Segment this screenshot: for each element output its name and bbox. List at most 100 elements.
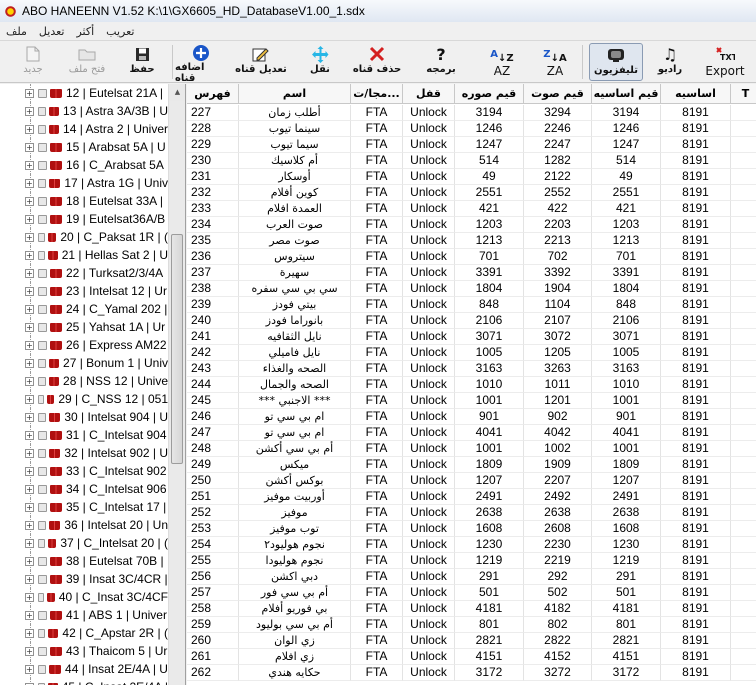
tree-item[interactable]: +29 | C_NSS 12 | 051 [0,390,168,408]
new-button[interactable]: جديد [14,43,52,81]
header-scramble[interactable]: مجا/ت... [351,84,403,104]
tree-item[interactable]: +21 | Hellas Sat 2 | U [0,246,168,264]
tree-item[interactable]: +45 | C_Insat 2E/4A | [0,678,168,685]
header-video-pid[interactable]: قيم صوره [455,84,524,104]
table-row[interactable]: 254 نجوم هوليود٢ FTA Unlock 1230 2230 1230 8191 [187,537,756,553]
expand-plus-icon[interactable]: + [25,592,34,602]
tree-scrollbar[interactable]: ▲ [168,84,185,685]
sort-az-button[interactable]: A ↓Z AZ [484,43,520,81]
tree-item[interactable]: +22 | Turksat2/3/4A [0,264,168,282]
tree-item[interactable]: +40 | C_Insat 3C/4CF [0,588,168,606]
expand-plus-icon[interactable]: + [25,268,34,278]
tree-item[interactable]: +39 | Insat 3C/4CR | [0,570,168,588]
table-row[interactable]: 233 العمدة افلام FTA Unlock 421 422 421 8191 [187,201,756,217]
expand-plus-icon[interactable]: + [25,160,34,170]
table-row[interactable]: 227 أطلب زمان FTA Unlock 3194 3294 3194 8191 [187,105,756,121]
tree-scroll-thumb[interactable] [171,234,183,464]
open-button[interactable]: فتح ملف [62,43,112,81]
tree-item[interactable]: +33 | C_Intelsat 902 [0,462,168,480]
expand-plus-icon[interactable]: + [25,502,34,512]
expand-plus-icon[interactable]: + [25,286,34,296]
tree-item[interactable]: +20 | C_Paksat 1R | ( [0,228,168,246]
expand-plus-icon[interactable]: + [25,646,34,656]
table-row[interactable]: 256 دبي اكشن FTA Unlock 291 292 291 8191 [187,569,756,585]
table-row[interactable]: 255 نجوم هوليودا FTA Unlock 1219 2219 1219 8191 [187,553,756,569]
tree-item[interactable]: +19 | Eutelsat36A/B [0,210,168,228]
tree-item[interactable]: +18 | Eutelsat 33A | [0,192,168,210]
header-audio-pid[interactable]: قيم صوت [524,84,592,104]
expand-plus-icon[interactable]: + [25,466,34,476]
expand-plus-icon[interactable]: + [25,376,34,386]
tree-item[interactable]: +36 | Intelsat 20 | Un [0,516,168,534]
expand-plus-icon[interactable]: + [25,628,34,638]
table-row[interactable]: 245 *** الاجنبي *** FTA Unlock 1001 1201 1001 8… [187,393,756,409]
header-base[interactable]: اساسيه [661,84,731,104]
expand-plus-icon[interactable]: + [25,232,34,242]
expand-plus-icon[interactable]: + [25,250,34,260]
menu-more[interactable]: أكثر [76,25,94,38]
table-row[interactable]: 242 نايل فاميلي FTA Unlock 1005 1205 1005 8191 [187,345,756,361]
expand-plus-icon[interactable]: + [25,322,34,332]
delete-channel-button[interactable]: حذف قناه [352,43,402,81]
table-row[interactable]: 244 الصحه والجمال FTA Unlock 1010 1011 1010 819… [187,377,756,393]
table-row[interactable]: 252 موفيز FTA Unlock 2638 2638 2638 8191 [187,505,756,521]
add-channel-button[interactable]: اضافه قناه [175,43,227,84]
tree-item[interactable]: +38 | Eutelsat 70B | [0,552,168,570]
tree-item[interactable]: +42 | C_Apstar 2R | ( [0,624,168,642]
expand-plus-icon[interactable]: + [25,448,34,458]
expand-plus-icon[interactable]: + [25,340,34,350]
table-row[interactable]: 247 ام بي سي تو FTA Unlock 4041 4042 4041 8191 [187,425,756,441]
table-row[interactable]: 262 حكايه هندي FTA Unlock 3172 3272 3172 8191 [187,665,756,681]
header-lock[interactable]: قفل [403,84,455,104]
tree-item[interactable]: +14 | Astra 2 | Univer [0,120,168,138]
tree-item[interactable]: +41 | ABS 1 | Univer [0,606,168,624]
tree-item[interactable]: +17 | Astra 1G | Univ [0,174,168,192]
table-row[interactable]: 240 بانوراما فودز FTA Unlock 2106 2107 2106 819… [187,313,756,329]
expand-plus-icon[interactable]: + [25,664,34,674]
table-row[interactable]: 229 سيما تيوب FTA Unlock 1247 2247 1247 8191 [187,137,756,153]
expand-plus-icon[interactable]: + [25,394,34,404]
expand-plus-icon[interactable]: + [25,304,34,314]
table-row[interactable]: 259 أم بي سي بوليود FTA Unlock 801 802 801 8191 [187,617,756,633]
tree-item[interactable]: +16 | C_Arabsat 5A [0,156,168,174]
tree-item[interactable]: +25 | Yahsat 1A | Ur [0,318,168,336]
table-row[interactable]: 228 سينما تيوب FTA Unlock 1246 2246 1246 8191 [187,121,756,137]
sort-za-button[interactable]: Z ↓A ZA [537,43,573,81]
tree-item[interactable]: +24 | C_Yamal 202 | [0,300,168,318]
scroll-up-arrow-icon[interactable]: ▲ [169,84,185,101]
table-row[interactable]: 235 صوت مصر FTA Unlock 1213 2213 1213 8191 [187,233,756,249]
tree-item[interactable]: +35 | C_Intelsat 17 | [0,498,168,516]
menu-localize[interactable]: تعريب [106,25,134,38]
save-button[interactable]: حفظ [122,43,162,81]
table-row[interactable]: 238 سي بي سي سفره FTA Unlock 1804 1904 1804 819… [187,281,756,297]
table-row[interactable]: 237 سهيرة FTA Unlock 3391 3392 3391 8191 [187,265,756,281]
table-row[interactable]: 249 ميكس FTA Unlock 1809 1909 1809 8191 [187,457,756,473]
expand-plus-icon[interactable]: + [25,358,34,368]
tree-item[interactable]: +23 | Intelsat 12 | Ur [0,282,168,300]
expand-plus-icon[interactable]: + [25,412,34,422]
expand-plus-icon[interactable]: + [25,124,34,134]
table-row[interactable]: 243 الصحه والغذاء FTA Unlock 3163 3263 3163 819… [187,361,756,377]
tree-item[interactable]: +28 | NSS 12 | Unive [0,372,168,390]
tree-item[interactable]: +31 | C_Intelsat 904 [0,426,168,444]
table-row[interactable]: 257 أم بي سي فور FTA Unlock 501 502 501 8191 [187,585,756,601]
tree-item[interactable]: +37 | C_Intelsat 20 | ( [0,534,168,552]
header-name[interactable]: اسم [239,84,351,104]
tree-item[interactable]: +13 | Astra 3A/3B | U [0,102,168,120]
table-row[interactable]: 230 أم كلاسيك FTA Unlock 514 1282 514 8191 [187,153,756,169]
expand-plus-icon[interactable]: + [25,520,34,530]
tree-item[interactable]: +44 | Insat 2E/4A | U [0,660,168,678]
expand-plus-icon[interactable]: + [25,178,34,188]
export-button[interactable]: TXT Export [703,43,747,81]
expand-plus-icon[interactable]: + [25,142,34,152]
expand-plus-icon[interactable]: + [25,484,34,494]
table-row[interactable]: 246 ام بي سي تو FTA Unlock 901 902 901 8191 [187,409,756,425]
menu-edit[interactable]: تعديل [39,25,65,38]
move-button[interactable]: نقل [301,43,339,81]
radio-button[interactable]: ♫ راديو [650,43,690,81]
expand-plus-icon[interactable]: + [25,556,34,566]
tree-item[interactable]: +32 | Intelsat 902 | U [0,444,168,462]
header-pcr-pid[interactable]: قيم اساسيه [592,84,661,104]
table-row[interactable]: 234 صوت العرب FTA Unlock 1203 2203 1203 8191 [187,217,756,233]
table-row[interactable]: 260 زي الوان FTA Unlock 2821 2822 2821 8191 [187,633,756,649]
